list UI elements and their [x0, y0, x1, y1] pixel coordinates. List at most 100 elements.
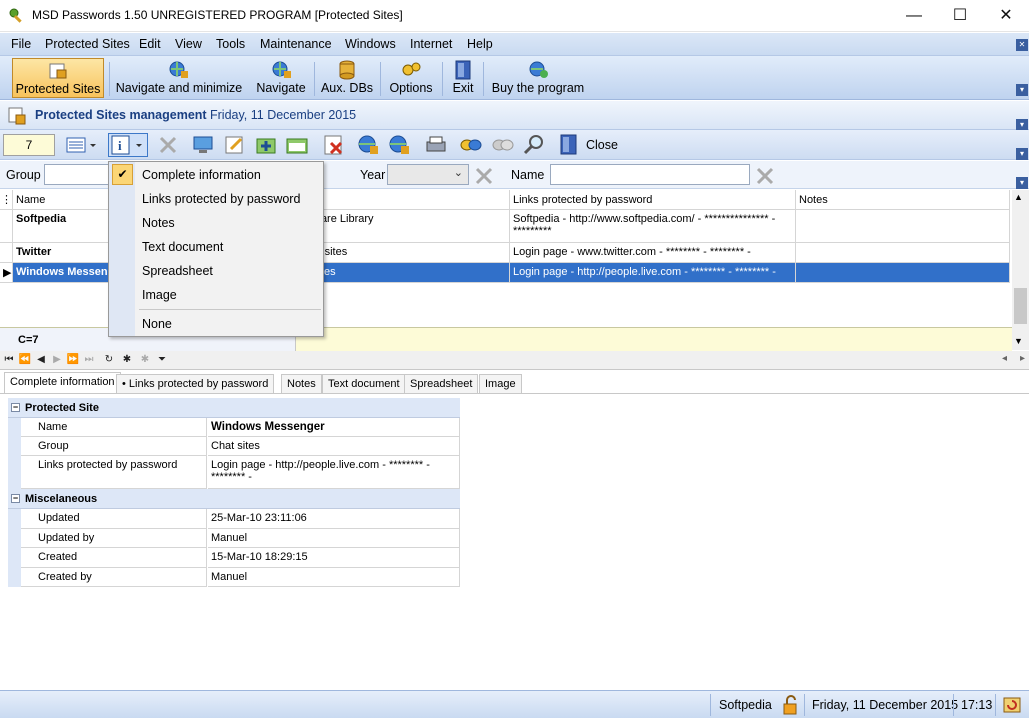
- history-icon[interactable]: [1002, 696, 1022, 714]
- field-value[interactable]: Manuel: [208, 529, 460, 548]
- menu-item-links[interactable]: Links protected by password: [109, 187, 323, 211]
- tab-text-document[interactable]: Text document: [322, 374, 406, 394]
- menu-protected-sites[interactable]: Protected Sites: [45, 37, 130, 51]
- menu-windows[interactable]: Windows: [345, 37, 396, 51]
- field-value[interactable]: Windows Messenger: [208, 418, 460, 437]
- field-key: Updated by: [21, 529, 207, 548]
- tab-links[interactable]: • Links protected by password: [116, 374, 275, 394]
- globe-icon: [272, 61, 291, 78]
- minimize-button[interactable]: —: [891, 0, 937, 31]
- edit-button[interactable]: [223, 133, 247, 157]
- prev-record-icon[interactable]: ◀: [34, 353, 48, 367]
- scroll-right-icon[interactable]: ▸: [1020, 353, 1025, 364]
- field-value[interactable]: Chat sites: [208, 437, 460, 456]
- tab-spreadsheet[interactable]: Spreadsheet: [404, 374, 479, 394]
- view-mode-dropdown[interactable]: [64, 133, 98, 157]
- column-header-links[interactable]: Links protected by password: [510, 190, 796, 210]
- scroll-down-icon[interactable]: ▼: [1014, 336, 1023, 346]
- clear-year-icon[interactable]: [474, 166, 494, 186]
- info-view-dropdown[interactable]: i: [108, 133, 148, 157]
- menu-file[interactable]: File: [11, 37, 31, 51]
- exit-door-icon: [560, 134, 577, 155]
- field-value[interactable]: Login page - http://people.live.com - **…: [208, 456, 460, 489]
- menu-item-text-document[interactable]: Text document: [109, 235, 323, 259]
- unlink-button[interactable]: [491, 133, 515, 157]
- menu-item-complete-information[interactable]: ✔ Complete information: [109, 163, 323, 187]
- row-pointer-icon: ▶: [0, 263, 13, 283]
- open-folder-button[interactable]: [285, 133, 309, 157]
- menu-edit[interactable]: Edit: [139, 37, 161, 51]
- link-button[interactable]: [459, 133, 483, 157]
- add-button[interactable]: [255, 133, 279, 157]
- menu-help[interactable]: Help: [467, 37, 493, 51]
- delete-disabled-button[interactable]: [156, 133, 180, 157]
- name-filter-input[interactable]: [550, 164, 750, 185]
- scroll-left-icon[interactable]: ◂: [1002, 353, 1007, 364]
- window-title: MSD Passwords 1.50 UNREGISTERED PROGRAM …: [32, 8, 403, 22]
- menu-internet[interactable]: Internet: [410, 37, 452, 51]
- year-filter-select[interactable]: ⌄: [387, 164, 469, 185]
- prev-page-icon[interactable]: ⏪: [18, 353, 32, 367]
- insert-icon[interactable]: ✱: [120, 353, 134, 367]
- buy-program-button[interactable]: Buy the program: [489, 58, 587, 98]
- protected-sites-button[interactable]: Protected Sites: [12, 58, 104, 98]
- menu-item-spreadsheet[interactable]: Spreadsheet: [109, 259, 323, 283]
- close-panel-button[interactable]: Close: [558, 133, 628, 157]
- navigate-minimize-button[interactable]: Navigate and minimize: [114, 58, 244, 98]
- tab-notes[interactable]: Notes: [281, 374, 322, 394]
- filter-icon[interactable]: ⏷: [155, 353, 169, 367]
- monitor-button[interactable]: [191, 133, 215, 157]
- toolbar2-overflow-icon[interactable]: ▾: [1016, 148, 1028, 160]
- tab-image[interactable]: Image: [479, 374, 522, 394]
- exit-button[interactable]: Exit: [448, 58, 478, 98]
- exit-label: Exit: [452, 81, 474, 95]
- append-icon[interactable]: ✱: [138, 353, 152, 367]
- first-page-icon[interactable]: ⏮: [2, 353, 16, 367]
- navigate-button[interactable]: Navigate: [252, 58, 310, 98]
- record-count-field[interactable]: 7: [3, 134, 55, 156]
- grid-vertical-scrollbar[interactable]: ▲ ▼: [1012, 190, 1029, 350]
- refresh-icon[interactable]: ↻: [102, 353, 116, 367]
- info-icon: i: [111, 135, 142, 155]
- navigate-site-button[interactable]: [356, 133, 380, 157]
- clear-name-icon[interactable]: [755, 166, 775, 186]
- delete-button[interactable]: [322, 133, 346, 157]
- next-record-icon[interactable]: ▶: [50, 353, 64, 367]
- field-value[interactable]: 15-Mar-10 18:29:15: [208, 548, 460, 568]
- bullet-icon: •: [122, 378, 129, 390]
- category-protected-site[interactable]: − Protected Site: [8, 398, 460, 418]
- menu-tools[interactable]: Tools: [216, 37, 245, 51]
- find-button[interactable]: [522, 133, 546, 157]
- aux-dbs-button[interactable]: Aux. DBs: [319, 58, 375, 98]
- print-button[interactable]: [424, 133, 448, 157]
- toolbar-overflow-icon[interactable]: ▾: [1016, 84, 1028, 96]
- menu-item-image[interactable]: Image: [109, 283, 323, 307]
- field-value[interactable]: Manuel: [208, 568, 460, 587]
- menu-item-none[interactable]: None: [109, 312, 323, 336]
- menu-view[interactable]: View: [175, 37, 202, 51]
- scroll-thumb[interactable]: [1014, 288, 1027, 324]
- options-button[interactable]: Options: [386, 58, 436, 98]
- menubar-close-icon[interactable]: ✕: [1016, 39, 1028, 51]
- field-value[interactable]: 25-Mar-10 23:11:06: [208, 509, 460, 529]
- group-filter-input[interactable]: [44, 164, 114, 185]
- close-window-button[interactable]: ✕: [983, 0, 1029, 31]
- filterbar-overflow-icon[interactable]: ▾: [1016, 177, 1028, 189]
- protected-sites-icon: [8, 107, 26, 125]
- aux-dbs-label: Aux. DBs: [320, 81, 374, 95]
- maximize-button[interactable]: ☐: [937, 0, 983, 31]
- menu-bar: File Protected Sites Edit View Tools Mai…: [0, 33, 1029, 56]
- navigate-site-lock-button[interactable]: [387, 133, 411, 157]
- unlock-icon[interactable]: [780, 695, 800, 715]
- tab-complete-information[interactable]: Complete information: [4, 372, 121, 394]
- column-header-notes[interactable]: Notes: [796, 190, 1010, 210]
- category-miscelaneous[interactable]: − Miscelaneous: [8, 489, 460, 509]
- menu-item-notes[interactable]: Notes: [109, 211, 323, 235]
- collapse-icon[interactable]: −: [11, 494, 20, 503]
- menu-maintenance[interactable]: Maintenance: [260, 37, 332, 51]
- collapse-icon[interactable]: −: [11, 403, 20, 412]
- last-page-icon[interactable]: ⏭: [82, 353, 96, 367]
- column-header-group[interactable]: p: [310, 190, 510, 210]
- next-page-icon[interactable]: ⏩: [66, 353, 80, 367]
- scroll-up-icon[interactable]: ▲: [1014, 192, 1023, 202]
